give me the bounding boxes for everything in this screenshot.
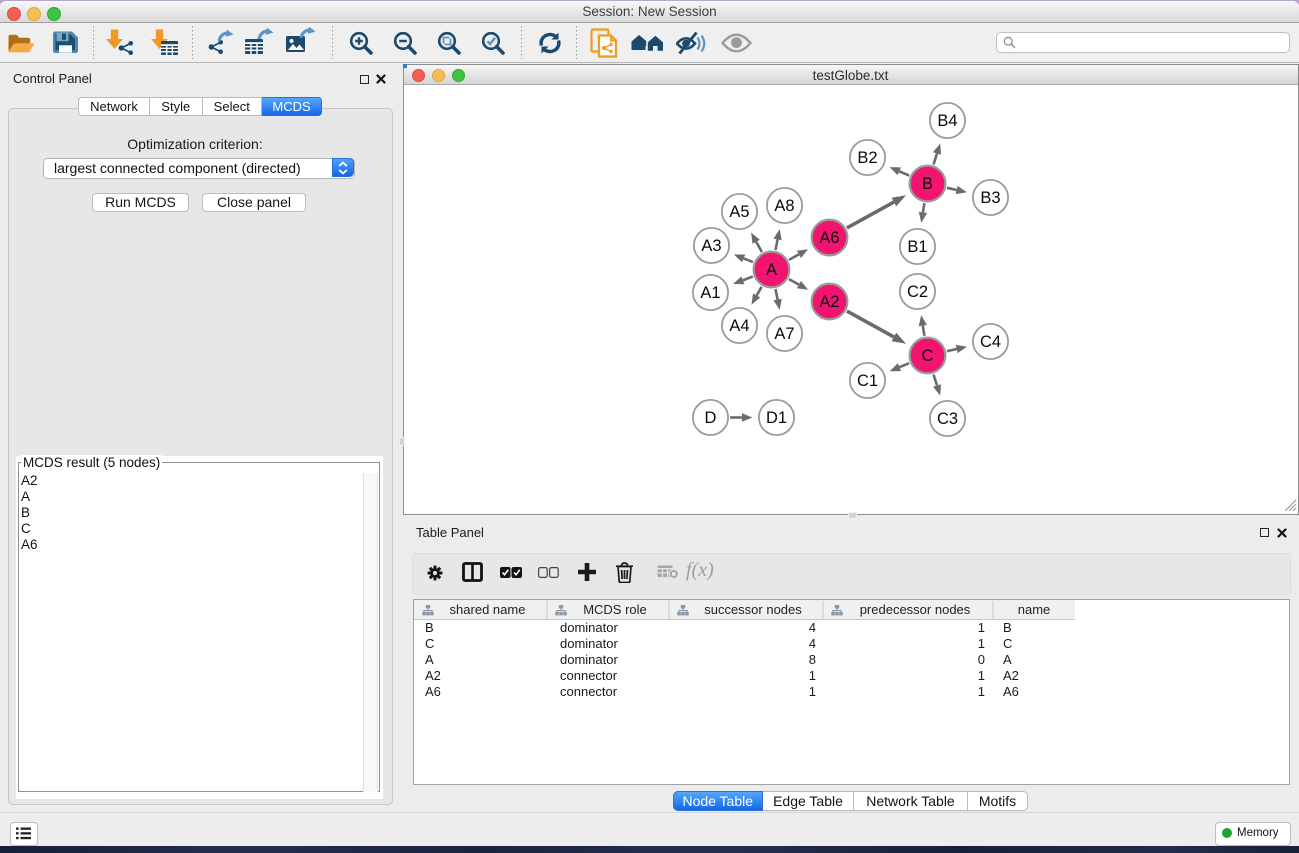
svg-text:B1: B1 — [907, 238, 927, 256]
svg-text:A3: A3 — [701, 237, 721, 255]
svg-text:A2: A2 — [819, 293, 839, 311]
svg-text:A: A — [765, 261, 776, 279]
svg-text:A6: A6 — [425, 684, 441, 699]
svg-text:C2: C2 — [906, 283, 927, 301]
svg-text:B2: B2 — [857, 149, 877, 167]
svg-text:connector: connector — [560, 668, 618, 683]
svg-text:A6: A6 — [819, 229, 839, 247]
svg-text:B: B — [1003, 620, 1012, 635]
svg-text:A1: A1 — [700, 284, 720, 302]
svg-text:shared name: shared name — [450, 602, 526, 617]
svg-text:successor nodes: successor nodes — [704, 602, 802, 617]
svg-text:B4: B4 — [937, 112, 957, 130]
svg-text:D1: D1 — [765, 409, 786, 427]
svg-text:C: C — [1003, 636, 1012, 651]
svg-text:A: A — [425, 652, 434, 667]
svg-text:C3: C3 — [936, 410, 957, 428]
svg-text:B3: B3 — [980, 189, 1000, 207]
svg-text:0: 0 — [978, 652, 985, 667]
svg-text:1: 1 — [978, 684, 985, 699]
svg-text:name: name — [1018, 602, 1051, 617]
svg-text:C: C — [425, 636, 434, 651]
svg-text:A6: A6 — [1003, 684, 1019, 699]
svg-text:dominator: dominator — [560, 620, 618, 635]
svg-text:1: 1 — [809, 684, 816, 699]
svg-text:A2: A2 — [425, 668, 441, 683]
svg-text:A7: A7 — [774, 325, 794, 343]
svg-text:1: 1 — [978, 668, 985, 683]
svg-text:B: B — [425, 620, 434, 635]
svg-text:D: D — [704, 409, 716, 427]
svg-text:A4: A4 — [729, 317, 749, 335]
svg-text:1: 1 — [978, 620, 985, 635]
svg-text:4: 4 — [809, 636, 816, 651]
svg-text:1: 1 — [978, 636, 985, 651]
svg-text:predecessor nodes: predecessor nodes — [860, 602, 971, 617]
svg-text:A: A — [1003, 652, 1012, 667]
svg-text:dominator: dominator — [560, 636, 618, 651]
svg-text:4: 4 — [809, 620, 816, 635]
svg-text:1: 1 — [809, 668, 816, 683]
svg-text:C1: C1 — [856, 372, 877, 390]
svg-text:B: B — [921, 175, 932, 193]
svg-text:A8: A8 — [774, 197, 794, 215]
svg-text:MCDS role: MCDS role — [583, 602, 647, 617]
svg-text:A2: A2 — [1003, 668, 1019, 683]
svg-text:A5: A5 — [729, 203, 749, 221]
svg-text:dominator: dominator — [560, 652, 618, 667]
svg-text:C: C — [921, 347, 933, 365]
svg-text:C4: C4 — [979, 333, 1000, 351]
svg-text:8: 8 — [809, 652, 816, 667]
svg-text:connector: connector — [560, 684, 618, 699]
